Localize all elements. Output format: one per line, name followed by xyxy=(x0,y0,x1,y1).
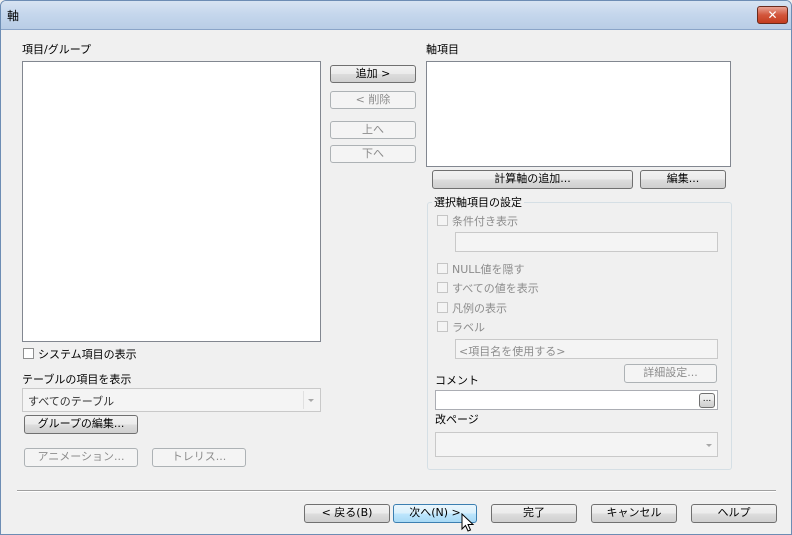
window-title: 軸 xyxy=(7,9,20,23)
hide-null-checkbox[interactable] xyxy=(437,263,448,274)
add-calculated-axis-button[interactable]: 計算軸の追加... xyxy=(432,170,633,189)
add-button[interactable]: 追加 > xyxy=(330,65,416,83)
selected-axis-settings-label: 選択軸項目の設定 xyxy=(432,194,524,210)
conditional-display-label: 条件付き表示 xyxy=(452,215,518,228)
chevron-down-icon xyxy=(706,444,712,447)
title-bar[interactable]: 軸 ✕ xyxy=(1,1,791,30)
table-items-label: テーブルの項目を表示 xyxy=(22,373,132,386)
trellis-button[interactable]: トレリス... xyxy=(152,448,246,467)
show-all-values-label: すべての値を表示 xyxy=(452,282,539,295)
mouse-cursor-icon xyxy=(461,513,475,532)
detail-settings-button[interactable]: 詳細設定... xyxy=(624,364,717,383)
show-legend-checkbox[interactable] xyxy=(437,302,448,313)
chevron-down-icon xyxy=(308,399,314,402)
remove-button[interactable]: < 削除 xyxy=(330,91,416,109)
show-system-items-label: システム項目の表示 xyxy=(38,348,137,361)
label-label: ラベル xyxy=(452,321,485,334)
comment-input[interactable] xyxy=(435,390,718,410)
cancel-button[interactable]: キャンセル xyxy=(591,504,677,523)
back-button[interactable]: < 戻る(B) xyxy=(304,504,390,523)
page-break-label: 改ページ xyxy=(435,413,479,426)
axis-items-list[interactable] xyxy=(426,61,731,167)
edit-axis-button[interactable]: 編集... xyxy=(640,170,726,189)
items-groups-list[interactable] xyxy=(22,61,321,342)
condition-input[interactable] xyxy=(455,232,718,252)
page-break-select[interactable] xyxy=(435,432,718,457)
table-select[interactable]: すべてのテーブル xyxy=(22,388,321,412)
show-legend-label: 凡例の表示 xyxy=(452,302,507,315)
select-divider xyxy=(303,391,304,409)
move-down-button[interactable]: 下へ xyxy=(330,145,416,163)
close-button[interactable]: ✕ xyxy=(757,6,788,24)
hide-null-label: NULL値を隠す xyxy=(452,263,525,276)
comment-browse-button[interactable]: ... xyxy=(699,393,715,408)
table-select-value: すべてのテーブル xyxy=(28,395,115,408)
show-system-items-checkbox[interactable] xyxy=(23,348,34,359)
label-checkbox[interactable] xyxy=(437,321,448,332)
show-all-values-checkbox[interactable] xyxy=(437,282,448,293)
edit-groups-button[interactable]: グループの編集... xyxy=(24,415,138,434)
help-button[interactable]: ヘルプ xyxy=(691,504,777,523)
axis-dialog: 軸 ✕ 項目/グループ システム項目の表示 テーブルの項目を表示 すべてのテーブ… xyxy=(0,0,792,535)
items-groups-label: 項目/グループ xyxy=(22,43,92,56)
move-up-button[interactable]: 上へ xyxy=(330,121,416,139)
comment-label: コメント xyxy=(435,374,479,387)
animation-button[interactable]: アニメーション... xyxy=(24,448,138,467)
footer-separator xyxy=(17,490,776,492)
label-input[interactable]: <項目名を使用する> xyxy=(455,339,718,359)
finish-button[interactable]: 完了 xyxy=(491,504,577,523)
conditional-display-checkbox[interactable] xyxy=(437,215,448,226)
axis-items-label: 軸項目 xyxy=(426,43,459,56)
label-placeholder: <項目名を使用する> xyxy=(459,345,566,358)
